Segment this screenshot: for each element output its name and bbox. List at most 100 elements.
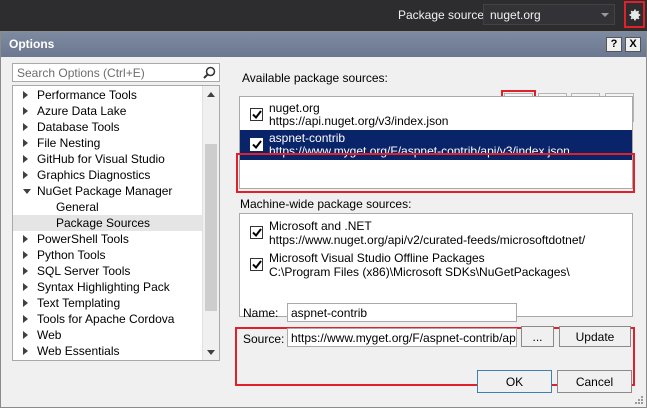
source-label: Source:	[243, 332, 285, 346]
package-source-value: nuget.org	[490, 8, 541, 22]
source-name: Microsoft and .NET	[269, 219, 372, 233]
checkmark-icon	[251, 228, 262, 237]
tree-item[interactable]: General	[13, 199, 203, 215]
collapsed-triangle-icon[interactable]	[23, 283, 28, 291]
tree-item[interactable]: Web Essentials	[13, 343, 203, 359]
collapsed-triangle-icon[interactable]	[23, 251, 28, 259]
browse-button[interactable]: ...	[521, 326, 554, 347]
close-button[interactable]: X	[625, 37, 641, 52]
machine-sources-label: Machine-wide package sources:	[240, 197, 412, 211]
tree-item[interactable]: Syntax Highlighting Pack	[13, 279, 203, 295]
collapsed-triangle-icon[interactable]	[23, 155, 28, 163]
source-checkbox[interactable]	[250, 138, 263, 151]
search-icon	[203, 66, 216, 79]
tree-item[interactable]: Database Tools	[13, 119, 203, 135]
scroll-up-button[interactable]	[203, 86, 219, 102]
search-options-input[interactable]: Search Options (Ctrl+E)	[12, 63, 220, 82]
tree-item-label: GitHub for Visual Studio	[37, 152, 165, 166]
tree-item-label: Database Tools	[37, 120, 120, 134]
expanded-triangle-icon[interactable]	[23, 189, 31, 194]
triangle-up-icon	[207, 91, 215, 97]
source-checkbox[interactable]	[250, 108, 263, 121]
tree-item[interactable]: Python Tools	[13, 247, 203, 263]
collapsed-triangle-icon[interactable]	[23, 315, 28, 323]
collapsed-triangle-icon[interactable]	[23, 139, 28, 147]
tree-item-label: Syntax Highlighting Pack	[37, 280, 170, 294]
selected-source-highlight	[236, 153, 635, 193]
ok-button[interactable]: OK	[477, 370, 552, 393]
tree-item-label: SQL Server Tools	[37, 264, 131, 278]
collapsed-triangle-icon[interactable]	[23, 123, 28, 131]
collapsed-triangle-icon[interactable]	[23, 267, 28, 275]
options-dialog: Options ? X Search Options (Ctrl+E) Perf…	[0, 31, 647, 408]
tree-item-label: Python Tools	[37, 248, 106, 262]
source-url: C:\Program Files (x86)\Microsoft SDKs\Nu…	[269, 265, 570, 279]
tree-item-label: Azure Data Lake	[37, 104, 127, 118]
help-button[interactable]: ?	[606, 37, 622, 52]
tree-item[interactable]: GitHub for Visual Studio	[13, 151, 203, 167]
machine-sources-list[interactable]: Microsoft and .NET https://www.nuget.org…	[239, 213, 633, 317]
tree-item[interactable]: PowerShell Tools	[13, 231, 203, 247]
source-url: https://www.nuget.org/api/v2/curated-fee…	[269, 233, 586, 247]
available-sources-label: Available package sources:	[242, 71, 388, 85]
tree-item-label: NuGet Package Manager	[37, 184, 173, 198]
settings-button[interactable]	[624, 1, 645, 28]
checkmark-icon	[251, 140, 262, 149]
tree-item[interactable]: Package Sources	[13, 215, 203, 231]
scroll-down-button[interactable]	[203, 344, 219, 360]
source-checkbox[interactable]	[250, 226, 263, 239]
name-field[interactable]: aspnet-contrib	[287, 303, 517, 322]
triangle-down-icon	[207, 349, 215, 355]
source-field[interactable]: https://www.myget.org/F/aspnet-contrib/a…	[287, 328, 517, 347]
gear-icon	[628, 8, 640, 21]
tree-item-label: Performance Tools	[37, 88, 137, 102]
resize-grip-icon[interactable]	[634, 395, 644, 405]
tree-item[interactable]: Tools for Apache Cordova	[13, 311, 203, 327]
collapsed-triangle-icon[interactable]	[23, 91, 28, 99]
source-url: https://api.nuget.org/v3/index.json	[269, 114, 449, 128]
search-placeholder: Search Options (Ctrl+E)	[17, 66, 145, 80]
tree-item[interactable]: Text Templating	[13, 295, 203, 311]
checkmark-icon	[251, 110, 262, 119]
options-tree[interactable]: Performance Tools Azure Data Lake Database…	[12, 85, 220, 361]
tree-item[interactable]: NuGet Package Manager	[13, 183, 203, 199]
name-label: Name:	[243, 306, 279, 320]
tree-item-label: File Nesting	[37, 136, 101, 150]
tree-item-label: Graphics Diagnostics	[37, 168, 151, 182]
chevron-down-icon	[601, 13, 609, 17]
cancel-button[interactable]: Cancel	[557, 370, 632, 393]
update-button[interactable]: Update	[559, 326, 631, 347]
source-checkbox[interactable]	[250, 258, 263, 271]
tree-item[interactable]: Graphics Diagnostics	[13, 167, 203, 183]
tree-item-label: Text Templating	[37, 296, 121, 310]
machine-source-item[interactable]: Microsoft Visual Studio Offline Packages…	[240, 249, 632, 279]
collapsed-triangle-icon[interactable]	[23, 107, 28, 115]
tree-item[interactable]: File Nesting	[13, 135, 203, 151]
collapsed-triangle-icon[interactable]	[23, 331, 28, 339]
collapsed-triangle-icon[interactable]	[23, 171, 28, 179]
tree-item-label: General	[56, 200, 99, 214]
tree-item[interactable]: Azure Data Lake	[13, 103, 203, 119]
dialog-titlebar[interactable]: Options ? X	[1, 32, 646, 57]
source-name: Microsoft Visual Studio Offline Packages	[269, 251, 485, 265]
package-source-dropdown[interactable]: nuget.org	[483, 4, 615, 25]
collapsed-triangle-icon[interactable]	[23, 299, 28, 307]
tree-item-label: PowerShell Tools	[37, 232, 129, 246]
tree-item[interactable]: Performance Tools	[13, 87, 203, 103]
source-item-nuget[interactable]: nuget.org https://api.nuget.org/v3/index…	[240, 100, 632, 130]
top-toolbar: Package source: nuget.org	[0, 0, 647, 31]
dialog-title: Options	[9, 37, 55, 51]
tree-item[interactable]: Web	[13, 327, 203, 343]
collapsed-triangle-icon[interactable]	[23, 347, 28, 355]
package-source-label: Package source:	[398, 8, 488, 22]
tree-item-label: Tools for Apache Cordova	[37, 312, 175, 326]
machine-source-item[interactable]: Microsoft and .NET https://www.nuget.org…	[240, 217, 632, 247]
checkmark-icon	[251, 260, 262, 269]
tree-item-label: Package Sources	[56, 216, 151, 230]
tree-item-label: Web Essentials	[37, 344, 120, 358]
tree-item-label: Web	[37, 328, 62, 342]
tree-item[interactable]: SQL Server Tools	[13, 263, 203, 279]
scroll-thumb[interactable]	[205, 144, 217, 311]
collapsed-triangle-icon[interactable]	[23, 235, 28, 243]
tree-scrollbar[interactable]	[202, 86, 219, 360]
